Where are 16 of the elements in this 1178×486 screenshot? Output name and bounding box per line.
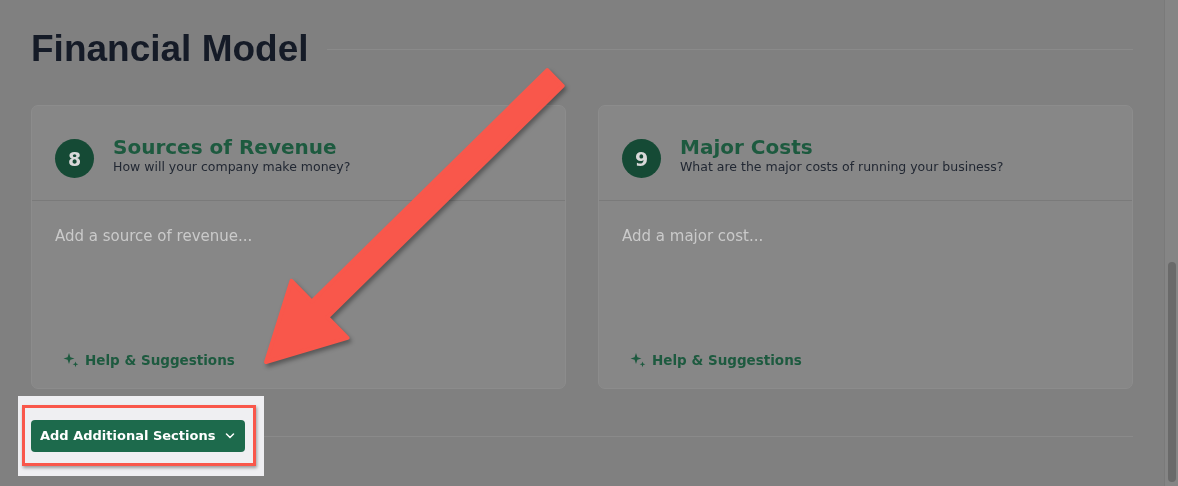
help-link[interactable]: Help & Suggestions bbox=[63, 352, 235, 368]
add-sections-button[interactable]: Add Additional Sections bbox=[31, 419, 246, 452]
entry-field[interactable]: Add a major cost... bbox=[622, 227, 1102, 245]
caret-icon bbox=[225, 432, 236, 439]
section-subtitle: What are the major costs of running your business? bbox=[680, 159, 1004, 175]
step-number: 8 bbox=[55, 139, 94, 178]
section-title: Major Costs bbox=[680, 135, 814, 159]
section-subtitle: How will your company make money? bbox=[113, 159, 351, 175]
step-number: 9 bbox=[622, 139, 661, 178]
page-heading: Financial Model bbox=[31, 28, 309, 70]
entry-field[interactable]: Add a source of revenue... bbox=[55, 227, 535, 245]
sparkle-icon bbox=[63, 352, 79, 368]
section-title: Sources of Revenue bbox=[113, 135, 338, 159]
help-link[interactable]: Help & Suggestions bbox=[630, 352, 802, 368]
sparkle-icon bbox=[630, 352, 646, 368]
scrollbar[interactable] bbox=[1164, 0, 1178, 486]
